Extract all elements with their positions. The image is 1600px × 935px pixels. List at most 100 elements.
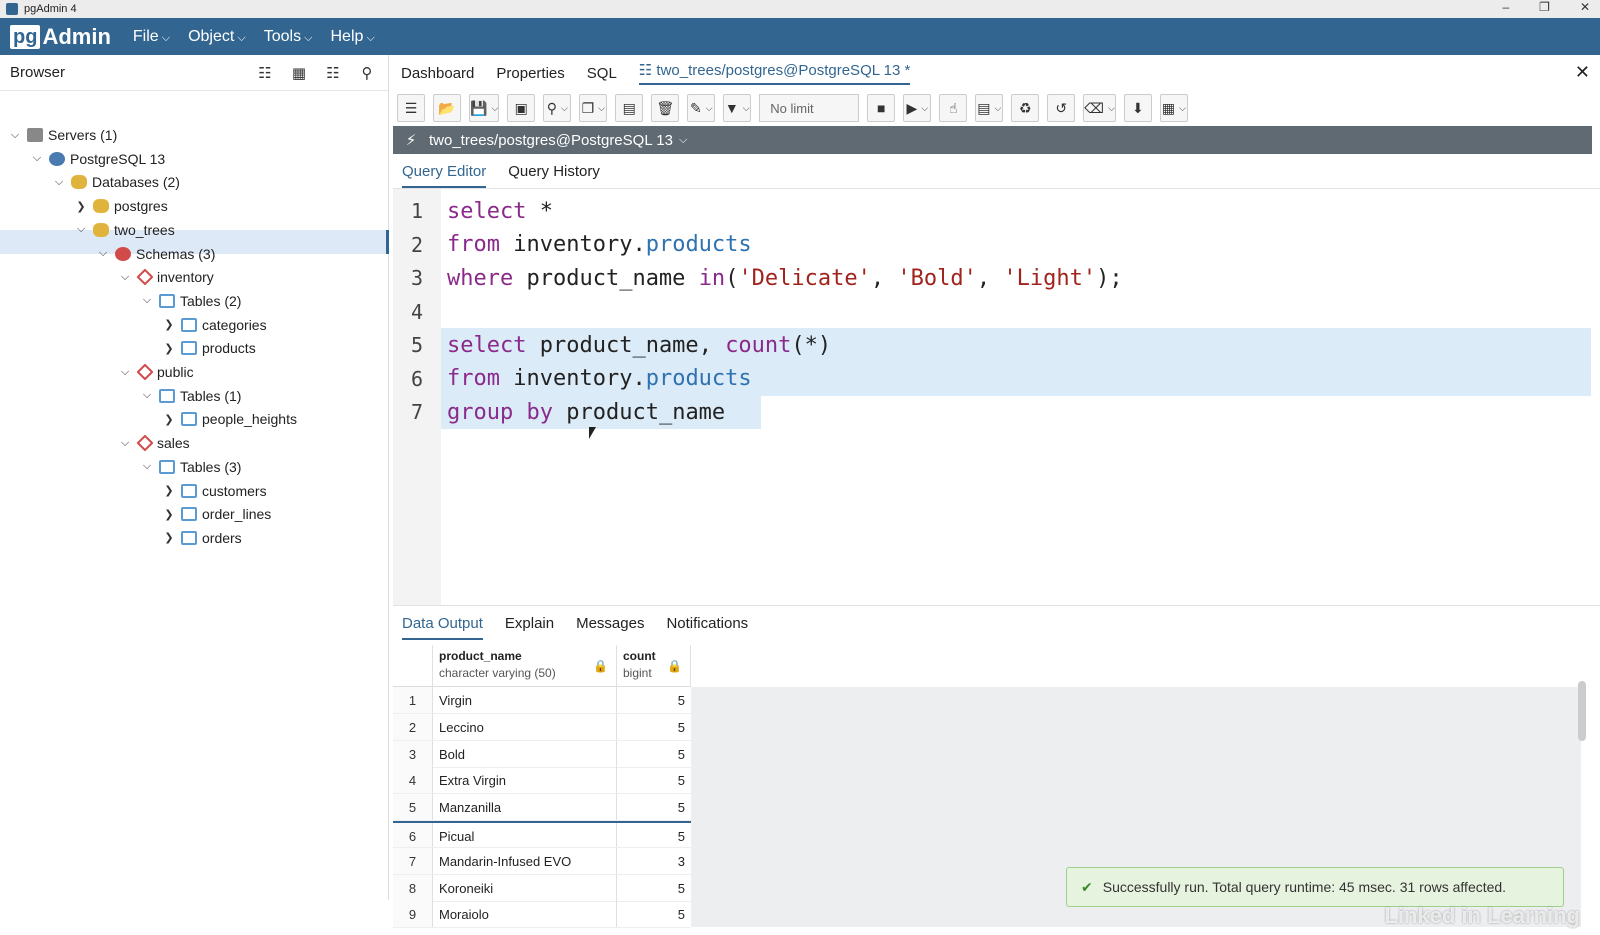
chevron-down-icon[interactable]: ⌵ (50, 176, 68, 189)
tree-node[interactable]: ❯ customers (160, 479, 266, 503)
sql-editor[interactable]: 1 select * 2 from inventory.products 3 where … (393, 189, 1600, 605)
menu-tools[interactable]: Tools (264, 28, 313, 46)
tree-node[interactable]: ⌵ Tables (2) (138, 289, 242, 313)
edit-icon[interactable]: ✎ (687, 94, 716, 122)
tab-messages[interactable]: Messages (576, 615, 644, 632)
tree-node[interactable]: ⌵ sales (116, 431, 190, 455)
tab-query-history[interactable]: Query History (508, 163, 600, 180)
chevron-right-icon[interactable]: ❯ (160, 484, 178, 497)
editor-line[interactable]: 2 from inventory.products (393, 228, 752, 262)
table-row[interactable]: 1 Virgin 5 (393, 687, 691, 714)
rollback-icon[interactable]: ↺ (1047, 94, 1076, 122)
tree-node[interactable]: ❯ people_heights (160, 407, 297, 431)
column-header-product-name[interactable]: product_name character varying (50) 🔒 (433, 645, 617, 687)
tree-node[interactable]: ⌵ two_trees (72, 218, 175, 242)
explain-analyze-icon[interactable]: ▤ (975, 94, 1004, 122)
tree-node[interactable]: ⌵ Schemas (3) (94, 242, 216, 266)
chevron-right-icon[interactable]: ❯ (160, 531, 178, 544)
tree-node[interactable]: ❯ orders (160, 526, 241, 550)
tree-node[interactable]: ⌵ Tables (3) (138, 455, 242, 479)
chevron-down-icon[interactable]: ⌵ (116, 437, 134, 450)
chevron-down-icon[interactable]: ⌵ (138, 389, 156, 402)
tree-node[interactable]: ⌵ PostgreSQL 13 (28, 147, 165, 171)
cell-product-name[interactable]: Bold (433, 740, 617, 767)
chevron-right-icon[interactable]: ❯ (160, 318, 178, 331)
save-file-icon[interactable]: 💾 (469, 94, 500, 122)
paste-icon[interactable]: ▤ (615, 94, 644, 122)
explain-icon[interactable]: ☝ (939, 94, 968, 122)
chevron-down-icon[interactable]: ⌵ (94, 247, 112, 260)
cell-product-name[interactable]: Virgin (433, 687, 617, 713)
clear-icon[interactable]: ⌫ (1083, 94, 1116, 122)
cell-count[interactable]: 5 (617, 687, 691, 713)
connection-label[interactable]: two_trees/postgres@PostgreSQL 13 (429, 132, 673, 149)
execute-icon[interactable]: ▶ (903, 94, 932, 122)
chevron-down-icon[interactable]: ⌵ (138, 294, 156, 307)
editor-line[interactable]: 3 where product_name in('Delicate', 'Bold… (393, 261, 1123, 295)
row-number[interactable]: 3 (393, 740, 433, 767)
cell-count[interactable]: 5 (617, 823, 691, 847)
tree-node[interactable]: ⌵ Servers (1) (6, 123, 117, 147)
tree-node[interactable]: ⌵ inventory (116, 265, 214, 289)
chevron-right-icon[interactable]: ❯ (72, 200, 90, 213)
download-icon[interactable]: ⬇ (1123, 94, 1152, 122)
chevron-down-icon[interactable]: ⌵ (6, 129, 24, 142)
chevron-down-icon[interactable]: ⌵ (28, 152, 46, 165)
table-row[interactable]: 9 Moraiolo 5 (393, 901, 691, 929)
cell-product-name[interactable]: Manzanilla (433, 794, 617, 821)
row-number[interactable]: 2 (393, 713, 433, 740)
cell-count[interactable]: 5 (617, 714, 691, 740)
minimize-button[interactable]: – (1502, 0, 1509, 14)
row-number[interactable]: 5 (393, 794, 433, 821)
tree-node[interactable]: ⌵ Tables (1) (138, 384, 242, 408)
restore-button[interactable]: ❐ (1539, 0, 1550, 14)
find-icon[interactable]: ⚲ (543, 94, 572, 122)
cell-count[interactable]: 5 (617, 767, 691, 793)
query-tool-icon[interactable]: ☷ (252, 60, 278, 86)
row-limit-select[interactable]: No limit (759, 94, 860, 122)
tab-sql[interactable]: SQL (587, 65, 617, 82)
table-row[interactable]: 4 Extra Virgin 5 (393, 767, 691, 795)
row-number[interactable]: 4 (393, 767, 433, 794)
object-explorer-icon[interactable]: ☰ (397, 94, 425, 122)
chevron-down-icon[interactable]: ⌵ (138, 460, 156, 473)
row-number[interactable]: 7 (393, 847, 433, 874)
table-row[interactable]: 7 Mandarin-Infused EVO 3 (393, 847, 691, 875)
chevron-down-icon[interactable]: ⌵ (72, 223, 90, 236)
tab-notifications[interactable]: Notifications (666, 615, 748, 632)
view-data-icon[interactable]: ▦ (286, 60, 312, 86)
commit-icon[interactable]: ♻ (1011, 94, 1040, 122)
cell-count[interactable]: 5 (617, 875, 691, 901)
tab-query-tool[interactable]: ☷ two_trees/postgres@PostgreSQL 13 * (638, 61, 911, 85)
chevron-right-icon[interactable]: ❯ (160, 342, 178, 355)
search-icon[interactable]: ⚲ (354, 60, 380, 86)
row-number[interactable]: 6 (393, 823, 433, 847)
tree-node[interactable]: ❯ categories (160, 313, 266, 337)
tree-node[interactable]: ❯ postgres (72, 194, 167, 218)
row-number[interactable]: 8 (393, 874, 433, 901)
cell-count[interactable]: 5 (617, 741, 691, 767)
cell-product-name[interactable]: Moraiolo (433, 901, 617, 928)
table-row[interactable]: 3 Bold 5 (393, 740, 691, 768)
chevron-down-icon[interactable]: ⌵ (116, 271, 134, 284)
editor-line[interactable]: 5 select product_name, count(*) (393, 328, 831, 362)
cell-product-name[interactable]: Koroneiki (433, 874, 617, 901)
close-window-button[interactable]: ✕ (1580, 0, 1590, 14)
menu-file[interactable]: File (133, 28, 170, 46)
chevron-down-icon[interactable]: ⌵ (679, 134, 687, 147)
tab-data-output[interactable]: Data Output (402, 615, 483, 640)
tab-properties[interactable]: Properties (496, 65, 564, 82)
cell-product-name[interactable]: Mandarin-Infused EVO (433, 847, 617, 874)
chevron-right-icon[interactable]: ❯ (160, 508, 178, 521)
tab-dashboard[interactable]: Dashboard (401, 65, 474, 82)
cell-product-name[interactable]: Leccino (433, 713, 617, 740)
macros-icon[interactable]: ▦ (1159, 94, 1188, 122)
table-row[interactable]: 2 Leccino 5 (393, 713, 691, 741)
table-row[interactable]: 5 Manzanilla 5 (393, 794, 691, 822)
cell-count[interactable]: 5 (617, 794, 691, 820)
copy-icon[interactable]: ❐ (579, 94, 608, 122)
delete-icon[interactable]: 🗑 (651, 94, 680, 122)
column-header-count[interactable]: count bigint 🔒 (617, 645, 691, 687)
cell-product-name[interactable]: Picual (433, 823, 617, 847)
filter-rows-icon[interactable]: ☷ (320, 60, 346, 86)
